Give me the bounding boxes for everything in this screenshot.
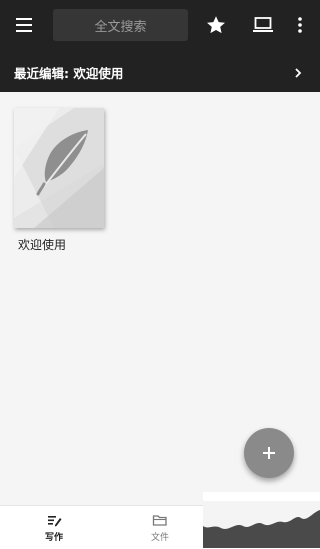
tab-write-label: 写作 — [44, 532, 63, 543]
recent-edit-label: 最近编辑: 欢迎使用 — [14, 66, 124, 81]
feather-icon — [36, 130, 88, 196]
add-button[interactable] — [244, 428, 294, 478]
chevron-right-icon — [292, 65, 304, 79]
laptop-icon[interactable] — [252, 15, 274, 35]
app-header: 全文搜索 最近编辑: 欢迎使用 — [0, 0, 320, 92]
menu-icon[interactable] — [14, 15, 36, 35]
plus-icon — [263, 447, 275, 459]
recent-edit-bar[interactable]: 最近编辑: 欢迎使用 — [0, 52, 320, 92]
more-vert-icon[interactable] — [294, 14, 306, 36]
corner-thumbnail — [203, 492, 320, 548]
notebook-card[interactable]: 欢迎使用 — [14, 108, 106, 253]
search-input[interactable]: 全文搜索 — [53, 9, 188, 41]
tab-write[interactable]: 写作 — [14, 506, 94, 549]
tab-files-label: 文件 — [150, 532, 169, 543]
tab-files[interactable]: 文件 — [120, 506, 200, 549]
notebook-title: 欢迎使用 — [18, 238, 67, 252]
notebook-cover — [14, 108, 104, 228]
pen-icon — [48, 515, 62, 526]
search-placeholder: 全文搜索 — [94, 19, 147, 35]
folder-icon — [152, 514, 167, 526]
star-icon[interactable] — [205, 14, 227, 36]
